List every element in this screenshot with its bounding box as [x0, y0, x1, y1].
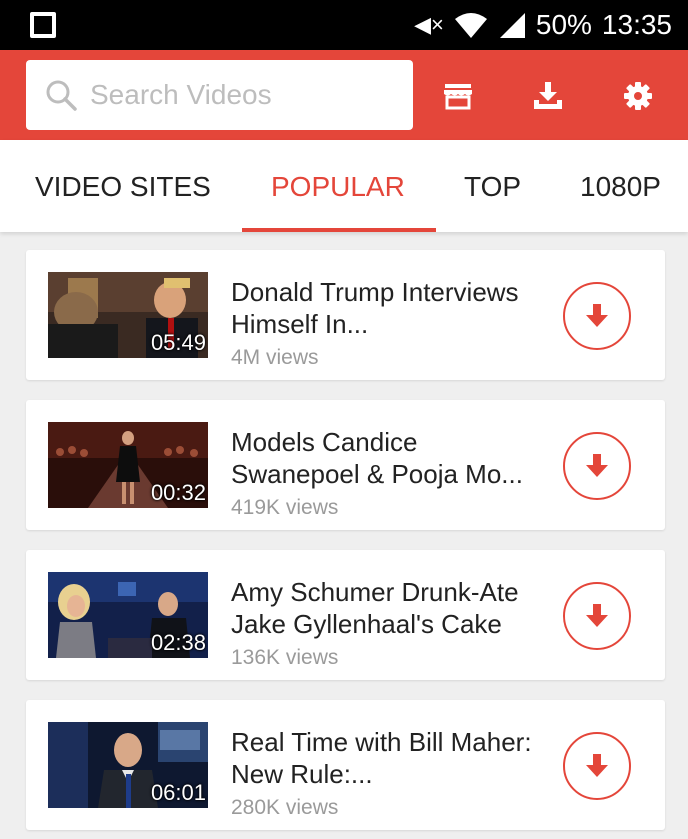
video-card[interactable]: 00:32 Models Candice Swanepoel & Pooja M…: [26, 400, 665, 530]
video-thumbnail[interactable]: 00:32: [48, 422, 208, 508]
status-bar: ◀× 50% 13:35: [0, 0, 688, 50]
video-card[interactable]: 06:01 Real Time with Bill Maher: New Rul…: [26, 700, 665, 830]
video-card[interactable]: 05:49 Donald Trump Interviews Himself In…: [26, 250, 665, 380]
search-icon: [46, 80, 77, 111]
tab-video-sites[interactable]: VIDEO SITES: [35, 140, 211, 232]
video-thumbnail[interactable]: 05:49: [48, 272, 208, 358]
active-tab-indicator: [242, 228, 436, 232]
download-arrow-icon: [586, 604, 608, 627]
video-duration: 06:01: [150, 780, 206, 805]
settings-icon: [624, 82, 652, 110]
video-views: 419K views: [231, 496, 339, 519]
download-arrow-icon: [586, 454, 608, 477]
tab-popular[interactable]: POPULAR: [271, 140, 405, 232]
video-title[interactable]: Real Time with Bill Maher: New Rule:...: [231, 726, 551, 790]
video-title[interactable]: Models Candice Swanepoel & Pooja Mo...: [231, 426, 551, 490]
mute-icon: ◀×: [414, 12, 444, 37]
download-button[interactable]: [563, 582, 631, 650]
video-duration: 02:38: [150, 630, 206, 655]
video-title[interactable]: Donald Trump Interviews Himself In...: [231, 276, 551, 340]
status-indicators: ◀× 50% 13:35: [414, 0, 672, 50]
video-views: 280K views: [231, 796, 339, 819]
clock: 13:35: [601, 9, 672, 40]
search-input[interactable]: [90, 79, 380, 111]
download-button[interactable]: [563, 432, 631, 500]
tab-bar: VIDEO SITES POPULAR TOP 1080P: [0, 140, 688, 232]
download-arrow-icon: [586, 304, 608, 327]
download-button[interactable]: [563, 282, 631, 350]
tab-1080p[interactable]: 1080P: [580, 140, 661, 232]
download-button[interactable]: [563, 732, 631, 800]
video-thumbnail[interactable]: 02:38: [48, 572, 208, 658]
video-duration: 05:49: [150, 330, 206, 355]
store-icon: [444, 84, 472, 110]
battery-level: 50%: [535, 9, 592, 40]
signal-icon: [499, 13, 525, 38]
video-views: 4M views: [231, 346, 319, 369]
video-thumbnail[interactable]: 06:01: [48, 722, 208, 808]
download-arrow-icon: [586, 754, 608, 777]
notification-square-icon: [30, 12, 56, 38]
store-button[interactable]: [438, 76, 478, 116]
settings-button[interactable]: [618, 76, 658, 116]
downloads-button[interactable]: [528, 76, 568, 116]
search-bar[interactable]: [26, 60, 413, 130]
video-card[interactable]: 02:38 Amy Schumer Drunk-Ate Jake Gyllenh…: [26, 550, 665, 680]
tab-top[interactable]: TOP: [464, 140, 521, 232]
video-title[interactable]: Amy Schumer Drunk-Ate Jake Gyllenhaal's …: [231, 576, 551, 640]
download-icon: [534, 82, 562, 109]
video-views: 136K views: [231, 646, 339, 669]
wifi-icon: [454, 13, 487, 38]
app-header: [0, 50, 688, 140]
video-duration: 00:32: [150, 480, 206, 505]
